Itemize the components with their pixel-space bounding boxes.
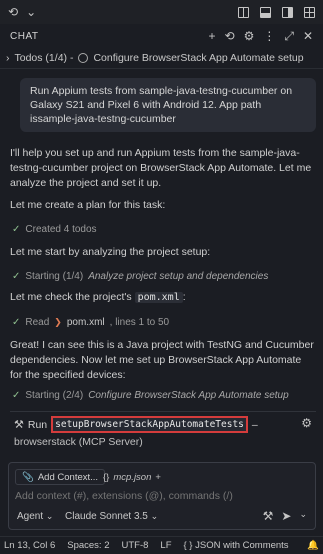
tool-run-box: ⚒ Run setupBrowserStackAppAutomateTests …: [10, 411, 316, 454]
xml-file-icon: ❯: [54, 317, 62, 327]
response-intro: I'll help you set up and run Appium test…: [10, 147, 312, 189]
send-icon[interactable]: ➤: [281, 509, 291, 523]
chevron-down-icon: ⌄: [45, 511, 54, 521]
indentation[interactable]: Spaces: 2: [67, 540, 109, 551]
run-label: Run: [27, 418, 48, 431]
agent-label: Agent: [17, 511, 44, 522]
step-starting-2-task: Configure BrowserStack App Automate setu…: [88, 390, 289, 401]
chat-input-box: 📎 Add Context... {} mcp.json + Agent ⌄ C…: [8, 462, 316, 530]
response-analyze: Let me start by analyzing the project se…: [10, 246, 211, 258]
add-context-label: Add Context...: [37, 471, 99, 483]
check-icon: ✓: [12, 271, 21, 282]
new-chat-icon[interactable]: +: [208, 29, 215, 43]
step-created-label: Created 4 todos: [25, 224, 97, 235]
chevron-down-icon[interactable]: ⌄: [26, 5, 36, 19]
context-file-name: mcp.json: [113, 471, 152, 483]
context-file-chip[interactable]: {} mcp.json +: [99, 469, 165, 485]
check-icon: ✓: [12, 224, 21, 235]
line-endings[interactable]: LF: [160, 540, 171, 551]
chevron-down-icon: ⌄: [150, 511, 159, 521]
check-prefix: Let me check the project's: [10, 291, 132, 303]
gear-icon[interactable]: ⚙: [301, 416, 312, 430]
tools-icon[interactable]: ⚒: [263, 509, 274, 523]
panel-bottom-icon[interactable]: [260, 6, 271, 18]
close-icon[interactable]: ✕: [303, 29, 313, 43]
check-icon: ✓: [12, 390, 21, 401]
response-plan: Let me create a plan for this task:: [10, 199, 166, 211]
todo-status-circle-icon: [78, 52, 89, 63]
step-created-todos[interactable]: ✓ Created 4 todos: [12, 224, 312, 235]
more-icon[interactable]: ⋮: [263, 29, 275, 43]
step-starting-1[interactable]: ✓ Starting (1/4) Analyze project setup a…: [12, 271, 312, 282]
title-bar: ⟲ ⌄: [0, 0, 323, 24]
chat-title: CHAT: [10, 30, 39, 42]
todo-bar[interactable]: › Todos (1/4) - Configure BrowserStack A…: [0, 47, 323, 69]
language-mode[interactable]: { } JSON with Comments: [184, 540, 289, 551]
cursor-position[interactable]: Ln 13, Col 6: [4, 540, 55, 551]
tool-function-name: setupBrowserStackAppAutomateTests: [51, 416, 248, 433]
todos-current: Configure BrowserStack App Automate setu…: [93, 51, 304, 64]
pom-file-code: pom.xml: [134, 292, 183, 303]
step-starting-2-prefix: Starting (2/4): [25, 390, 84, 401]
read-lines: , lines 1 to 50: [109, 317, 170, 328]
context-file-suffix: +: [155, 471, 161, 483]
read-label: Read: [25, 317, 50, 328]
paperclip-icon: 📎: [22, 471, 34, 483]
step-starting-1-prefix: Starting (1/4): [25, 271, 84, 282]
sidebar-right-icon[interactable]: [282, 6, 293, 18]
agent-selector[interactable]: Agent ⌄: [17, 511, 53, 522]
tools-icon: ⚒: [14, 419, 24, 431]
add-context-button[interactable]: 📎 Add Context...: [15, 469, 106, 485]
tool-dash: –: [251, 418, 258, 431]
maximize-icon[interactable]: ⤢: [284, 29, 294, 44]
encoding[interactable]: UTF-8: [121, 540, 148, 551]
status-bar: Ln 13, Col 6 Spaces: 2 UTF-8 LF { } JSON…: [0, 536, 323, 554]
tool-server-name: browserstack (MCP Server): [14, 436, 143, 448]
response-great: Great! I can see this is a Java project …: [10, 339, 314, 381]
todos-label: Todos (1/4) -: [14, 51, 74, 64]
user-message: Run Appium tests from sample-java-testng…: [20, 78, 316, 132]
chevron-right-icon[interactable]: ›: [6, 52, 10, 64]
sync-icon[interactable]: ⟲: [8, 5, 18, 19]
check-suffix: :: [182, 291, 186, 303]
step-starting-1-task: Analyze project setup and dependencies: [88, 271, 269, 282]
chat-header: CHAT + ⟲ ⚙ ⋮ ⤢ ✕: [0, 26, 323, 46]
step-starting-2[interactable]: ✓ Starting (2/4) Configure BrowserStack …: [12, 390, 312, 401]
model-label: Claude Sonnet 3.5: [65, 511, 148, 522]
bell-icon[interactable]: 🔔: [307, 540, 319, 551]
split-editor-icon[interactable]: [238, 6, 249, 18]
model-selector[interactable]: Claude Sonnet 3.5 ⌄: [65, 511, 158, 522]
json-file-icon: {}: [103, 471, 110, 483]
chat-input[interactable]: [15, 490, 311, 502]
layout-grid-icon[interactable]: [304, 6, 315, 18]
read-file-link[interactable]: pom.xml: [67, 317, 105, 328]
history-icon[interactable]: ⟲: [225, 29, 235, 43]
settings-icon[interactable]: ⚙: [244, 29, 255, 43]
response-check-pom: Let me check the project's pom.xml:: [10, 290, 314, 305]
check-icon: ✓: [12, 317, 21, 328]
chevron-down-icon[interactable]: ⌄: [299, 509, 307, 523]
step-read-pom[interactable]: ✓ Read ❯ pom.xml , lines 1 to 50: [12, 317, 312, 328]
